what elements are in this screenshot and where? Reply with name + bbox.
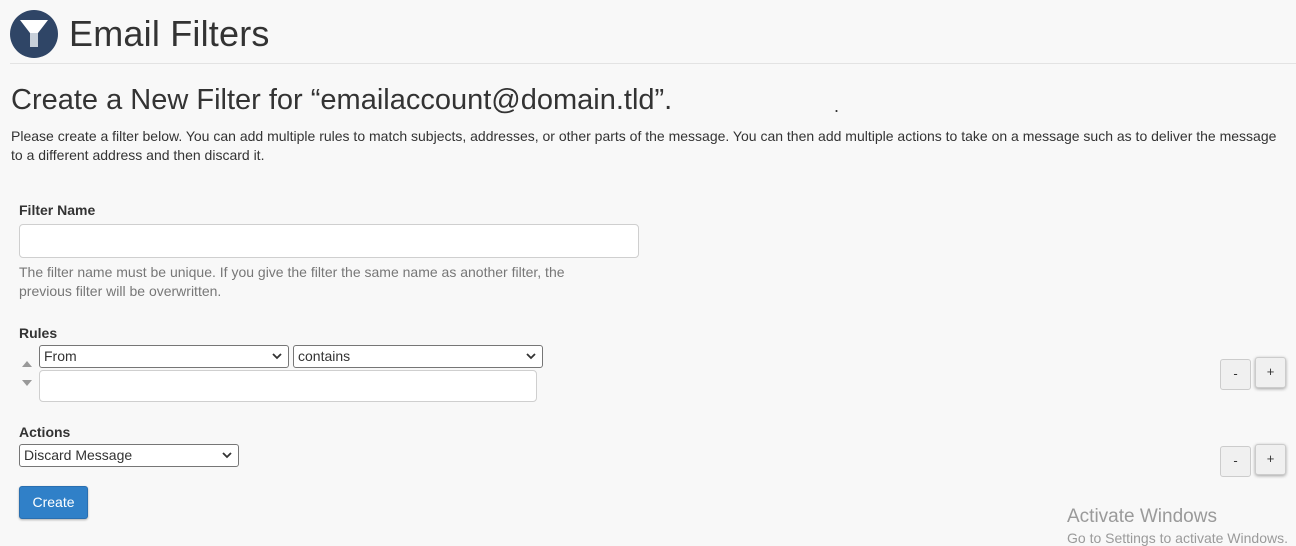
filter-name-input[interactable] [19,224,639,258]
rule-match-value: contains [298,348,351,364]
rule-part-value: From [44,348,77,364]
activate-windows-subtitle: Go to Settings to activate Windows. [1067,530,1288,546]
actions-label: Actions [19,424,71,440]
funnel-icon [10,10,58,58]
rule-match-select[interactable]: contains [293,345,543,368]
activate-windows-title: Activate Windows [1067,506,1217,527]
chevron-down-icon [526,353,536,360]
filter-description: Please create a filter below. You can ad… [11,128,1277,163]
rule-part-select[interactable]: From [39,345,289,368]
remove-action-button[interactable]: - [1220,446,1251,477]
chevron-down-icon [272,353,282,360]
filter-heading: Create a New Filter for “emailaccount@do… [11,84,673,116]
filter-name-help: The filter name must be unique. If you g… [19,264,565,299]
page-header: Email Filters [10,6,270,62]
add-rule-button[interactable]: + [1255,357,1286,388]
move-up-icon[interactable] [22,361,32,367]
create-button[interactable]: Create [19,486,88,519]
stray-mark: . [834,96,840,116]
remove-rule-button[interactable]: - [1220,359,1251,390]
page-title: Email Filters [69,13,270,54]
add-action-button[interactable]: + [1255,444,1286,475]
rule-value-input[interactable] [39,370,537,402]
move-down-icon[interactable] [22,380,32,386]
action-select[interactable]: Discard Message [19,444,239,467]
header-divider [10,63,1296,64]
chevron-down-icon [222,452,232,459]
filter-name-label: Filter Name [19,202,96,218]
action-value: Discard Message [24,447,133,463]
rules-label: Rules [19,325,58,341]
